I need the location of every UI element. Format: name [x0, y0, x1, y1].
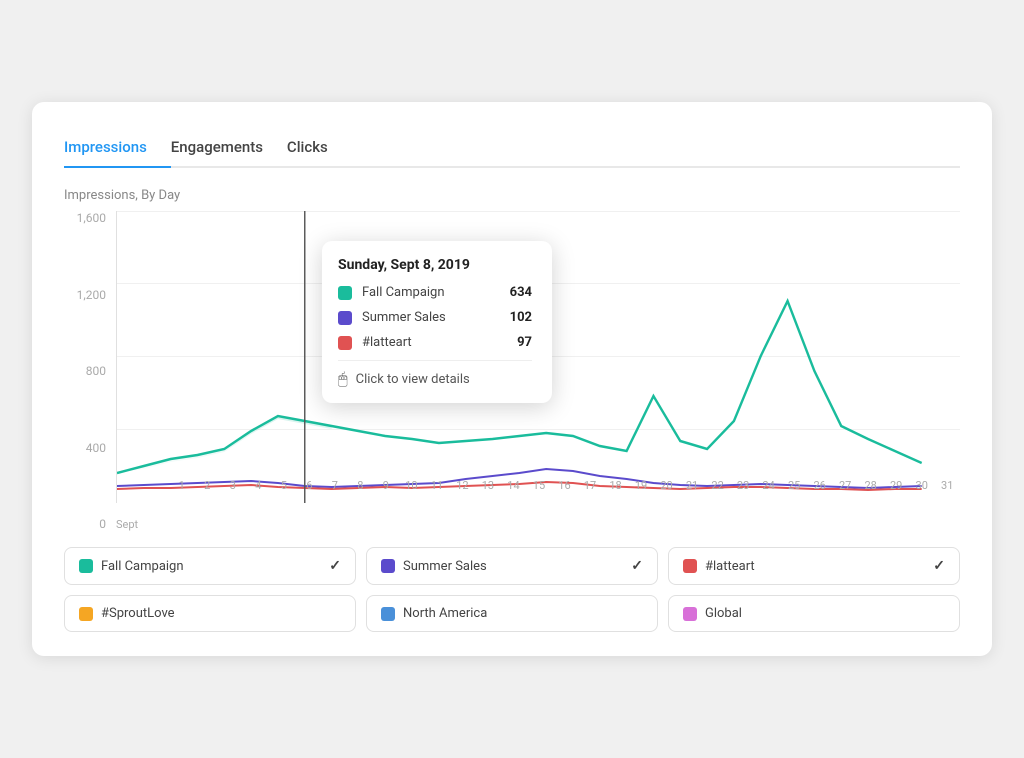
legend-item-summer-sales[interactable]: Summer Sales ✓ [366, 547, 658, 585]
x-label-22: 22 [705, 479, 731, 492]
legend-item-sproutlove[interactable]: #SproutLove [64, 595, 356, 632]
x-label-10: 10 [399, 479, 425, 492]
x-label-8: 8 [348, 479, 374, 492]
tooltip-divider [338, 360, 532, 361]
x-label-13: 13 [475, 479, 501, 492]
x-label-25: 25 [781, 479, 807, 492]
legend-check-summer-sales: ✓ [631, 558, 643, 574]
x-label-16: 16 [552, 479, 578, 492]
x-label-23: 23 [730, 479, 756, 492]
main-card: Impressions Engagements Clicks Impressio… [32, 102, 992, 656]
legend-dot-sproutlove [79, 607, 93, 621]
tooltip-date: Sunday, Sept 8, 2019 [338, 257, 532, 273]
tab-engagements[interactable]: Engagements [171, 130, 287, 168]
y-label-400: 400 [64, 441, 112, 455]
x-label-19: 19 [628, 479, 654, 492]
y-label-1200: 1,200 [64, 288, 112, 302]
x-label-11: 11 [424, 479, 450, 492]
click-icon: 🖱 [338, 369, 348, 389]
x-label-5: 5 [271, 479, 297, 492]
legend-dot-north-america [381, 607, 395, 621]
x-label-26: 26 [807, 479, 833, 492]
x-label-4: 4 [246, 479, 272, 492]
tooltip-row-2: #latteart 97 [338, 335, 532, 350]
tooltip-cta[interactable]: 🖱 Click to view details [338, 369, 532, 389]
legend-item-north-america[interactable]: North America [366, 595, 658, 632]
legend-name-fall-campaign: Fall Campaign [101, 559, 321, 574]
legend-dot-latteart [683, 559, 697, 573]
legend-name-north-america: North America [403, 606, 643, 621]
tab-bar: Impressions Engagements Clicks [64, 130, 960, 168]
tooltip-dot-1 [338, 311, 352, 325]
legend-check-latteart: ✓ [933, 558, 945, 574]
tooltip-dot-0 [338, 286, 352, 300]
legend-item-latteart[interactable]: #latteart ✓ [668, 547, 960, 585]
x-label-14: 14 [501, 479, 527, 492]
x-axis: 1 2 3 4 5 6 7 8 9 10 11 12 13 14 15 16 1… [169, 475, 960, 503]
x-label-12: 12 [450, 479, 476, 492]
tooltip-dot-2 [338, 336, 352, 350]
x-label-20: 20 [654, 479, 680, 492]
tooltip-row-0: Fall Campaign 634 [338, 285, 532, 300]
tooltip-cta-text: Click to view details [356, 372, 470, 387]
tooltip-name-2: #latteart [362, 335, 517, 350]
y-label-800: 800 [64, 364, 112, 378]
legend-name-summer-sales: Summer Sales [403, 559, 623, 574]
x-label-6: 6 [297, 479, 323, 492]
x-label-2: 2 [195, 479, 221, 492]
x-label-21: 21 [679, 479, 705, 492]
legend-name-latteart: #latteart [705, 559, 925, 574]
x-label-18: 18 [603, 479, 629, 492]
legend-dot-global [683, 607, 697, 621]
legend-name-sproutlove: #SproutLove [101, 606, 341, 621]
tab-clicks[interactable]: Clicks [287, 130, 352, 168]
tooltip-value-1: 102 [510, 310, 532, 325]
y-axis: 0 400 800 1,200 1,600 [64, 211, 112, 531]
x-label-29: 29 [883, 479, 909, 492]
y-label-0: 0 [64, 517, 112, 531]
chart-title: Impressions, By Day [64, 188, 960, 203]
x-label-3: 3 [220, 479, 246, 492]
x-label-27: 27 [832, 479, 858, 492]
chart-tooltip: Sunday, Sept 8, 2019 Fall Campaign 634 S… [322, 241, 552, 403]
x-label-28: 28 [858, 479, 884, 492]
legend-grid: Fall Campaign ✓ Summer Sales ✓ #latteart… [64, 547, 960, 632]
chart-container: 0 400 800 1,200 1,600 [64, 211, 960, 531]
x-label-1: 1 [169, 479, 195, 492]
legend-name-global: Global [705, 606, 945, 621]
legend-check-fall-campaign: ✓ [329, 558, 341, 574]
x-label-15: 15 [526, 479, 552, 492]
legend-dot-fall-campaign [79, 559, 93, 573]
tooltip-name-1: Summer Sales [362, 310, 510, 325]
tooltip-row-1: Summer Sales 102 [338, 310, 532, 325]
x-label-31: 31 [934, 479, 960, 492]
x-label-30: 30 [909, 479, 935, 492]
x-label-9: 9 [373, 479, 399, 492]
legend-dot-summer-sales [381, 559, 395, 573]
legend-item-fall-campaign[interactable]: Fall Campaign ✓ [64, 547, 356, 585]
x-label-24: 24 [756, 479, 782, 492]
y-label-1600: 1,600 [64, 211, 112, 225]
tooltip-name-0: Fall Campaign [362, 285, 510, 300]
tooltip-value-0: 634 [510, 285, 532, 300]
tab-impressions[interactable]: Impressions [64, 130, 171, 168]
x-month-label: Sept [116, 518, 138, 531]
tooltip-value-2: 97 [517, 335, 532, 350]
x-label-17: 17 [577, 479, 603, 492]
chart-plot: Sunday, Sept 8, 2019 Fall Campaign 634 S… [116, 211, 960, 503]
legend-item-global[interactable]: Global [668, 595, 960, 632]
x-label-7: 7 [322, 479, 348, 492]
